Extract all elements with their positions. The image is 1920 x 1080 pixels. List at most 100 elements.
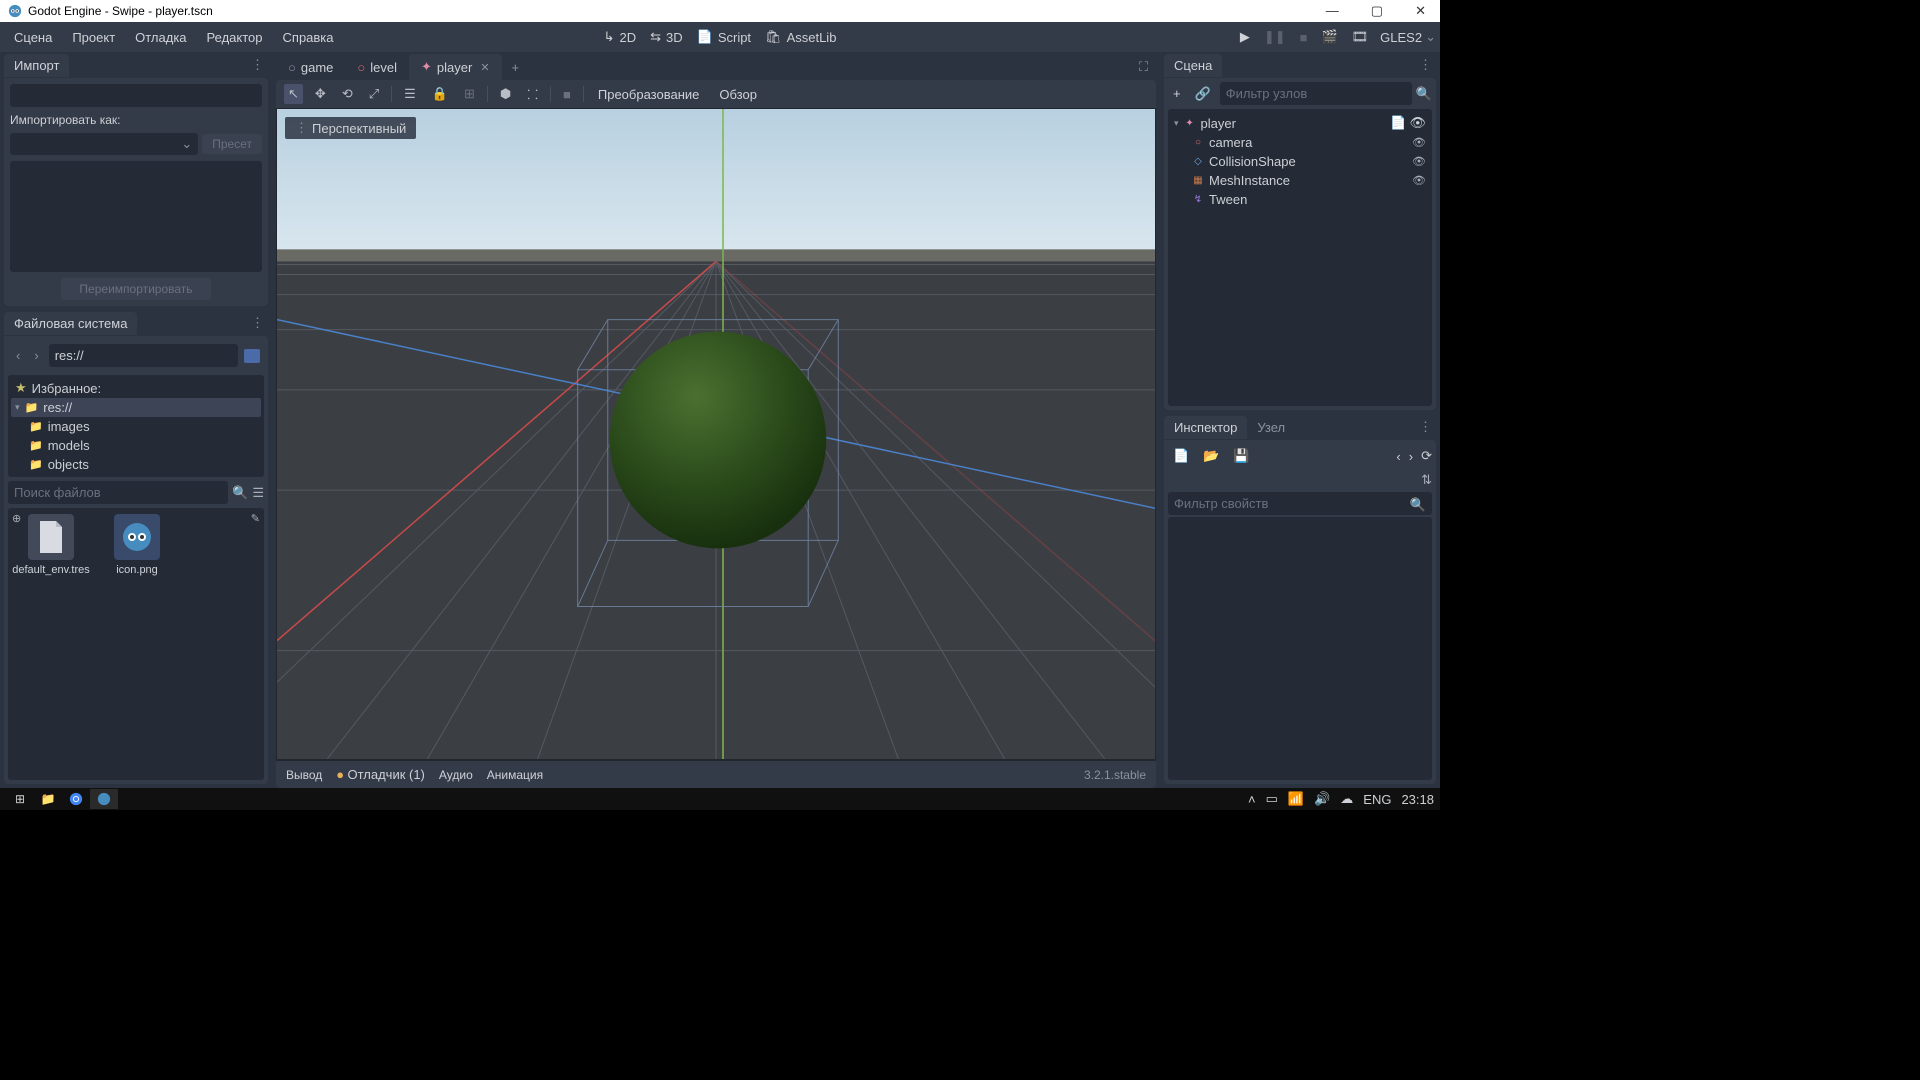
- import-panel-menu-icon[interactable]: ⋮: [247, 57, 268, 73]
- camera-override-icon[interactable]: ■: [559, 85, 575, 104]
- menu-debug[interactable]: Отладка: [125, 26, 196, 49]
- scale-tool-icon[interactable]: ⤢: [365, 84, 383, 104]
- history-fwd-icon[interactable]: ›: [1405, 449, 1417, 464]
- filesystem-panel-menu-icon[interactable]: ⋮: [247, 315, 268, 331]
- snap-list-icon[interactable]: ☰: [400, 84, 420, 104]
- renderer-select[interactable]: GLES2⌄: [1380, 29, 1436, 45]
- scene-filter-input[interactable]: [1220, 82, 1412, 105]
- menu-help[interactable]: Справка: [273, 26, 344, 49]
- filesystem-tab[interactable]: Файловая система: [4, 312, 137, 335]
- mode-script[interactable]: 📄Script: [697, 29, 751, 45]
- play-button[interactable]: ▶: [1238, 27, 1252, 47]
- fs-view-mode-icon[interactable]: ☰: [252, 485, 264, 501]
- view-menu[interactable]: Обзор: [713, 85, 763, 104]
- distraction-free-icon[interactable]: ⛶: [1131, 54, 1156, 80]
- fs-sort-icon[interactable]: ✎: [251, 512, 260, 525]
- mode-assetlib[interactable]: 🛍AssetLib: [765, 29, 836, 45]
- fs-path-input[interactable]: [49, 344, 238, 367]
- play-scene-button[interactable]: 🎬: [1319, 27, 1339, 47]
- visibility-icon[interactable]: 👁: [1412, 174, 1426, 187]
- maximize-button[interactable]: ▢: [1365, 3, 1389, 19]
- perspective-label[interactable]: ⋮Перспективный: [285, 117, 416, 139]
- mode-2d[interactable]: ↳2D: [604, 29, 637, 45]
- fs-root[interactable]: ▾📁res://: [11, 398, 261, 417]
- local-space-icon[interactable]: ⬢: [496, 84, 515, 104]
- tray-lang[interactable]: ENG: [1363, 792, 1391, 807]
- visibility-icon[interactable]: 👁: [1412, 136, 1426, 149]
- tray-battery-icon[interactable]: ▭: [1266, 791, 1278, 807]
- file-explorer-icon[interactable]: 📁: [34, 789, 62, 809]
- new-resource-icon[interactable]: 📄: [1168, 446, 1194, 466]
- menu-project[interactable]: Проект: [62, 26, 125, 49]
- scene-tab-level[interactable]: ○level: [345, 55, 409, 80]
- scene-node-tween[interactable]: ↯Tween: [1172, 190, 1428, 209]
- tray-time[interactable]: 23:18: [1401, 792, 1434, 807]
- tray-volume-icon[interactable]: 🔊: [1314, 791, 1330, 807]
- save-resource-icon[interactable]: 💾: [1228, 446, 1254, 466]
- viewport-3d[interactable]: ⋮Перспективный: [276, 108, 1156, 760]
- output-tab[interactable]: Вывод: [286, 768, 322, 782]
- scene-tab-game[interactable]: ○game: [276, 55, 345, 80]
- minimize-button[interactable]: —: [1320, 3, 1345, 19]
- tray-chevron-icon[interactable]: ˄: [1248, 792, 1256, 807]
- close-tab-icon[interactable]: ✕: [480, 61, 489, 74]
- animation-tab[interactable]: Анимация: [487, 768, 543, 782]
- script-icon[interactable]: 📄: [1390, 115, 1406, 130]
- debugger-tab[interactable]: ● Отладчик (1): [336, 767, 425, 782]
- menu-editor[interactable]: Редактор: [197, 26, 273, 49]
- menu-scene[interactable]: Сцена: [4, 26, 62, 49]
- close-button[interactable]: ✕: [1409, 3, 1432, 19]
- search-icon[interactable]: 🔍: [1416, 86, 1432, 102]
- lock-icon[interactable]: 🔒: [428, 84, 452, 104]
- fs-folder-images[interactable]: 📁images: [11, 417, 261, 436]
- tray-cloud-icon[interactable]: ☁: [1340, 791, 1353, 807]
- scene-node-camera[interactable]: ○camera 👁: [1172, 133, 1428, 152]
- mode-3d[interactable]: ⇆3D: [650, 29, 683, 45]
- chrome-icon[interactable]: [62, 789, 90, 809]
- scene-tab-player[interactable]: ✦player✕: [409, 54, 502, 80]
- object-props-icon[interactable]: ⇅: [1421, 472, 1432, 488]
- search-icon[interactable]: 🔍: [232, 485, 248, 501]
- search-icon[interactable]: 🔍: [1410, 497, 1426, 513]
- pause-button[interactable]: ❚❚: [1262, 27, 1288, 47]
- fs-back-icon[interactable]: ‹: [12, 348, 24, 363]
- snap-icon[interactable]: ⸬: [523, 83, 542, 105]
- fs-split-icon[interactable]: [244, 349, 260, 363]
- scene-node-player[interactable]: ▾✦player 📄 👁: [1172, 113, 1428, 133]
- fs-folder-models[interactable]: 📁models: [11, 436, 261, 455]
- import-resource-input[interactable]: [10, 84, 262, 107]
- fs-folder-objects[interactable]: 📁objects: [11, 455, 261, 474]
- inspector-filter-input[interactable]: [1168, 492, 1432, 515]
- instance-scene-icon[interactable]: 🔗: [1190, 84, 1216, 104]
- select-tool-icon[interactable]: ↖: [284, 84, 303, 104]
- scene-node-collision[interactable]: ◇CollisionShape 👁: [1172, 152, 1428, 171]
- fs-favorites[interactable]: ★Избранное:: [11, 378, 261, 398]
- scene-node-mesh[interactable]: ▦MeshInstance 👁: [1172, 171, 1428, 190]
- history-back-icon[interactable]: ‹: [1396, 449, 1400, 464]
- import-tab[interactable]: Импорт: [4, 54, 69, 77]
- move-tool-icon[interactable]: ✥: [311, 84, 330, 104]
- transform-menu[interactable]: Преобразование: [592, 85, 706, 104]
- start-button[interactable]: ⊞: [6, 789, 34, 809]
- fs-forward-icon[interactable]: ›: [30, 348, 42, 363]
- group-icon[interactable]: ⊞: [460, 84, 479, 104]
- visibility-icon[interactable]: 👁: [1412, 155, 1426, 168]
- fs-filter-icon[interactable]: ⊕: [12, 512, 21, 525]
- scene-panel-menu-icon[interactable]: ⋮: [1415, 57, 1436, 73]
- inspector-tab[interactable]: Инспектор: [1164, 416, 1247, 439]
- play-custom-button[interactable]: 🎞: [1350, 27, 1371, 47]
- scene-panel-tab[interactable]: Сцена: [1164, 54, 1222, 77]
- stop-button[interactable]: ■: [1298, 28, 1310, 47]
- import-type-dropdown[interactable]: ⌄: [10, 133, 198, 155]
- add-node-icon[interactable]: +: [1168, 84, 1186, 103]
- load-resource-icon[interactable]: 📂: [1198, 446, 1224, 466]
- reimport-button[interactable]: Переимпортировать: [61, 278, 210, 300]
- file-icon-png[interactable]: icon.png: [100, 514, 174, 577]
- godot-taskbar-icon[interactable]: [90, 789, 118, 809]
- rotate-tool-icon[interactable]: ⟲: [338, 84, 357, 104]
- add-scene-tab-icon[interactable]: +: [502, 55, 530, 80]
- file-default-env[interactable]: default_env.tres: [14, 514, 88, 577]
- fs-search-input[interactable]: [8, 481, 228, 504]
- preset-button[interactable]: Пресет: [202, 134, 262, 154]
- inspector-panel-menu-icon[interactable]: ⋮: [1415, 419, 1436, 435]
